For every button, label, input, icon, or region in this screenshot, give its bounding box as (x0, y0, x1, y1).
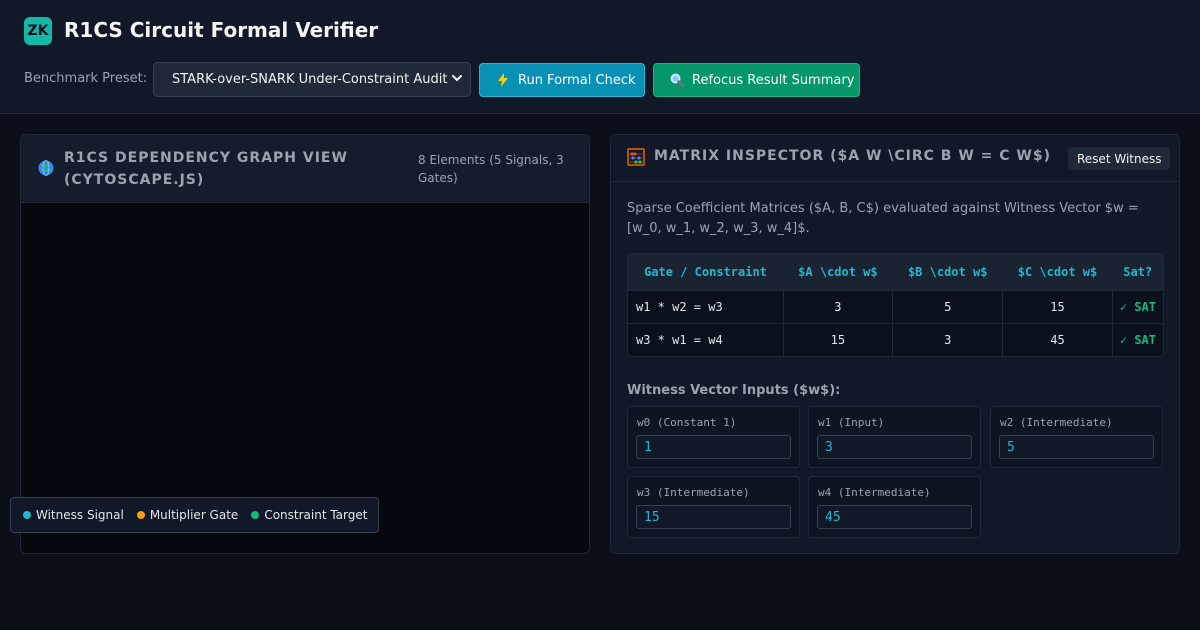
c-value-cell: 15 (1002, 290, 1113, 323)
legend-item-constraint-target: Constraint Target (251, 508, 367, 522)
matrix-inspector-panel: Matrix Inspector ($A w \circ B w = C w$)… (610, 134, 1180, 554)
abacus-icon (627, 148, 645, 166)
app-header: ZK R1CS Circuit Formal Verifier Benchmar… (0, 0, 1200, 114)
matrix-panel-header: Matrix Inspector ($A w \circ B w = C w$)… (611, 135, 1179, 182)
witness-name: w4 (Intermediate) (818, 486, 931, 499)
column-header: $A \cdot w$ (798, 264, 878, 279)
preset-selected-value: STARK-over-SNARK Under-Constraint Audit (172, 72, 448, 87)
matrix-panel-title: Matrix Inspector ($A w \circ B w = C w$) (654, 148, 1051, 164)
preset-label: Benchmark Preset: (24, 71, 148, 86)
c-value-cell: 45 (1002, 323, 1113, 356)
witness-card-w1: w1 (Input) 3 (808, 406, 981, 468)
witness-card-w2: w2 (Intermediate) 5 (990, 406, 1163, 468)
chevron-down-icon (452, 75, 462, 81)
column-header: Gate / Constraint (644, 264, 767, 279)
matrix-description: Sparse Coefficient Matrices ($A, B, C$) … (627, 201, 1139, 236)
gate-cell: w3 * w1 = w4 (636, 332, 723, 347)
table-header-row: Gate / Constraint $A \cdot w$ $B \cdot w… (628, 254, 1163, 290)
column-header: $B \cdot w$ (907, 264, 988, 279)
b-value-cell: 5 (892, 290, 1003, 323)
a-value-cell: 15 (782, 323, 893, 356)
witness-input-w4[interactable]: 45 (817, 505, 972, 529)
legend-item-multiplier-gate: Multiplier Gate (136, 508, 239, 522)
legend-label: Witness Signal (36, 508, 124, 522)
column-header: Sat? (1123, 264, 1153, 279)
legend-dot-icon (23, 511, 31, 519)
run-formal-check-label: Run Formal Check (518, 72, 636, 88)
witness-input-w1[interactable]: 3 (817, 435, 972, 459)
table-row: w1 * w2 = w3 3 5 15 ✓ SAT (628, 290, 1163, 323)
legend-label: Constraint Target (264, 508, 368, 522)
b-value-cell: 3 (892, 323, 1003, 356)
witness-input-w0[interactable]: 1 (636, 435, 791, 459)
run-formal-check-button[interactable]: Run Formal Check (479, 63, 645, 97)
dependency-graph-panel: R1CS Dependency Graph View (Cytoscape.js… (20, 134, 590, 554)
globe-icon (38, 160, 54, 176)
graph-panel-header: R1CS Dependency Graph View (Cytoscape.js… (21, 135, 589, 203)
app-title: R1CS Circuit Formal Verifier (64, 18, 379, 42)
witness-input-w3[interactable]: 15 (636, 505, 791, 529)
witness-input-w2[interactable]: 5 (999, 435, 1154, 459)
lightning-icon (495, 73, 511, 87)
legend-label: Multiplier Gate (149, 508, 239, 522)
legend-dot-icon (251, 511, 260, 519)
graph-legend: Witness Signal Multiplier Gate Constrain… (10, 497, 379, 533)
witness-name: w2 (Intermediate) (1000, 416, 1113, 429)
sat-status-cell: ✓ SAT (1111, 290, 1163, 323)
constraint-table: Gate / Constraint $A \cdot w$ $B \cdot w… (627, 253, 1164, 357)
refocus-result-summary-button[interactable]: Refocus Result Summary (653, 63, 860, 97)
reset-witness-button[interactable]: Reset Witness (1068, 147, 1171, 170)
graph-element-count: 8 Elements (5 Signals, 3 Gates) (418, 153, 564, 185)
sat-status-cell: ✓ SAT (1111, 323, 1163, 356)
witness-card-w0: w0 (Constant 1) 1 (627, 406, 800, 468)
zk-logo: ZK (24, 17, 52, 45)
witness-card-w3: w3 (Intermediate) 15 (627, 476, 800, 538)
a-value-cell: 3 (782, 290, 893, 323)
witness-inputs-label: Witness Vector Inputs ($w$): (627, 383, 841, 398)
witness-name: w1 (Input) (818, 416, 885, 429)
benchmark-preset-select[interactable]: STARK-over-SNARK Under-Constraint Audit (153, 62, 471, 97)
refocus-result-summary-label: Refocus Result Summary (692, 72, 855, 88)
column-header: $C \cdot w$ (1017, 264, 1098, 279)
gate-cell: w1 * w2 = w3 (636, 299, 723, 314)
table-row: w3 * w1 = w4 15 3 45 ✓ SAT (628, 323, 1163, 356)
graph-panel-title: R1CS Dependency Graph View (Cytoscape.js… (64, 150, 348, 188)
legend-dot-icon (136, 511, 145, 519)
witness-name: w3 (Intermediate) (637, 486, 750, 499)
search-icon (669, 73, 685, 87)
witness-name: w0 (Constant 1) (637, 416, 737, 429)
witness-card-w4: w4 (Intermediate) 45 (808, 476, 981, 538)
legend-item-witness-signal: Witness Signal (23, 508, 124, 522)
